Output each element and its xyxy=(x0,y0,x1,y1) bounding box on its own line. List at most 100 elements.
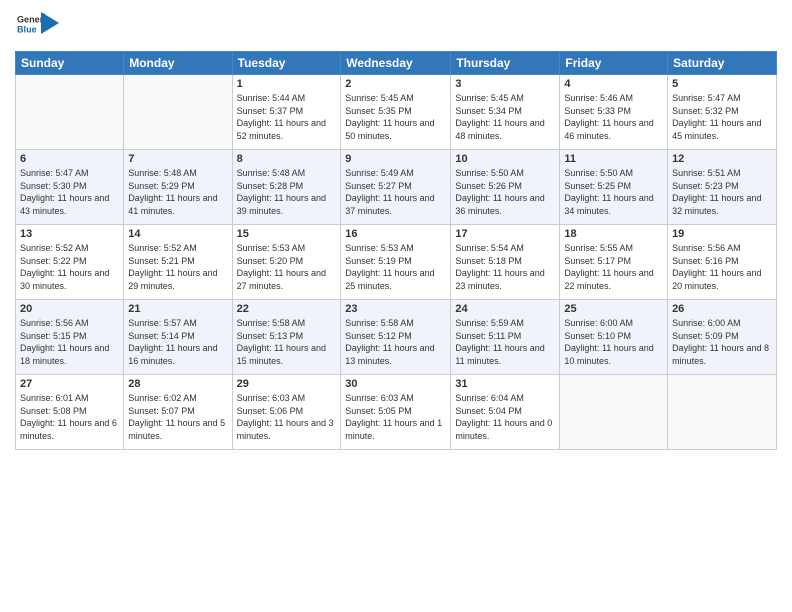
day-info-line: Sunrise: 5:48 AM xyxy=(237,167,337,180)
day-info-line: Daylight: 11 hours and 41 minutes. xyxy=(128,192,227,217)
page: General Blue SundayMondayTuesdayWednesda… xyxy=(0,0,792,612)
calendar-cell: 3Sunrise: 5:45 AMSunset: 5:34 PMDaylight… xyxy=(451,75,560,150)
weekday-header: Saturday xyxy=(668,52,777,75)
calendar-cell: 19Sunrise: 5:56 AMSunset: 5:16 PMDayligh… xyxy=(668,225,777,300)
day-info-line: Daylight: 11 hours and 29 minutes. xyxy=(128,267,227,292)
day-info-line: Sunset: 5:14 PM xyxy=(128,330,227,343)
calendar-cell: 21Sunrise: 5:57 AMSunset: 5:14 PMDayligh… xyxy=(124,300,232,375)
day-info-line: Daylight: 11 hours and 23 minutes. xyxy=(455,267,555,292)
day-info-line: Sunrise: 5:45 AM xyxy=(455,92,555,105)
day-info-line: Daylight: 11 hours and 43 minutes. xyxy=(20,192,119,217)
day-info-line: Sunset: 5:17 PM xyxy=(564,255,663,268)
day-number: 11 xyxy=(564,153,663,165)
day-info-line: Sunset: 5:30 PM xyxy=(20,180,119,193)
calendar-cell: 24Sunrise: 5:59 AMSunset: 5:11 PMDayligh… xyxy=(451,300,560,375)
calendar-cell xyxy=(16,75,124,150)
weekday-header: Friday xyxy=(560,52,668,75)
calendar-cell: 14Sunrise: 5:52 AMSunset: 5:21 PMDayligh… xyxy=(124,225,232,300)
calendar-header-row: SundayMondayTuesdayWednesdayThursdayFrid… xyxy=(16,52,777,75)
day-info-line: Sunset: 5:07 PM xyxy=(128,405,227,418)
day-number: 13 xyxy=(20,228,119,240)
calendar-cell: 1Sunrise: 5:44 AMSunset: 5:37 PMDaylight… xyxy=(232,75,341,150)
calendar-cell: 9Sunrise: 5:49 AMSunset: 5:27 PMDaylight… xyxy=(341,150,451,225)
day-info-line: Daylight: 11 hours and 15 minutes. xyxy=(237,342,337,367)
calendar-cell: 10Sunrise: 5:50 AMSunset: 5:26 PMDayligh… xyxy=(451,150,560,225)
day-info-line: Daylight: 11 hours and 48 minutes. xyxy=(455,117,555,142)
day-info-line: Daylight: 11 hours and 50 minutes. xyxy=(345,117,446,142)
calendar-week-row: 13Sunrise: 5:52 AMSunset: 5:22 PMDayligh… xyxy=(16,225,777,300)
day-info-line: Daylight: 11 hours and 52 minutes. xyxy=(237,117,337,142)
day-info-line: Daylight: 11 hours and 5 minutes. xyxy=(128,417,227,442)
calendar: SundayMondayTuesdayWednesdayThursdayFrid… xyxy=(15,51,777,450)
calendar-cell: 13 Sunrise: 5:52 AMSunset: 5:22 PMDayligh… xyxy=(16,225,124,300)
day-info-line: Daylight: 11 hours and 30 minutes. xyxy=(20,267,119,292)
day-info-line: Sunset: 5:27 PM xyxy=(345,180,446,193)
day-info-line: Sunset: 5:37 PM xyxy=(237,105,337,118)
day-info-line: Sunrise: 5:46 AM xyxy=(564,92,663,105)
day-info-line: Daylight: 11 hours and 45 minutes. xyxy=(672,117,772,142)
calendar-cell xyxy=(560,375,668,450)
day-number: 4 xyxy=(564,78,663,90)
day-number: 28 xyxy=(128,378,227,390)
calendar-cell: 25Sunrise: 6:00 AMSunset: 5:10 PMDayligh… xyxy=(560,300,668,375)
day-info-line: Sunrise: 5:52 AM xyxy=(20,242,119,255)
day-number: 6 xyxy=(20,153,119,165)
day-info-line: Daylight: 11 hours and 32 minutes. xyxy=(672,192,772,217)
day-number: 21 xyxy=(128,303,227,315)
day-info-line: Sunset: 5:09 PM xyxy=(672,330,772,343)
day-info-line: Sunrise: 5:54 AM xyxy=(455,242,555,255)
day-info-line: Sunset: 5:21 PM xyxy=(128,255,227,268)
day-info-line: Sunset: 5:08 PM xyxy=(20,405,119,418)
day-info-line: Sunrise: 5:50 AM xyxy=(564,167,663,180)
day-info-line: Sunrise: 6:01 AM xyxy=(20,392,119,405)
day-info-line: Sunrise: 5:58 AM xyxy=(345,317,446,330)
day-info-line: Sunrise: 5:53 AM xyxy=(345,242,446,255)
day-number: 25 xyxy=(564,303,663,315)
day-info-line: Sunrise: 5:56 AM xyxy=(672,242,772,255)
day-info-line: Sunset: 5:13 PM xyxy=(237,330,337,343)
day-info-line: Sunrise: 5:47 AM xyxy=(20,167,119,180)
weekday-header: Thursday xyxy=(451,52,560,75)
day-info-line: Sunrise: 5:58 AM xyxy=(237,317,337,330)
day-number: 10 xyxy=(455,153,555,165)
day-info-line: Sunrise: 5:59 AM xyxy=(455,317,555,330)
calendar-cell: 20Sunrise: 5:56 AMSunset: 5:15 PMDayligh… xyxy=(16,300,124,375)
logo-triangle-icon xyxy=(41,12,59,34)
day-info-line: Sunset: 5:35 PM xyxy=(345,105,446,118)
day-number: 26 xyxy=(672,303,772,315)
day-info-line: Daylight: 11 hours and 11 minutes. xyxy=(455,342,555,367)
day-number: 19 xyxy=(672,228,772,240)
day-info-line: Sunrise: 5:57 AM xyxy=(128,317,227,330)
day-number: 3 xyxy=(455,78,555,90)
weekday-header: Tuesday xyxy=(232,52,341,75)
day-info-line: Sunrise: 6:04 AM xyxy=(455,392,555,405)
day-info-line: Sunset: 5:18 PM xyxy=(455,255,555,268)
calendar-cell: 27Sunrise: 6:01 AMSunset: 5:08 PMDayligh… xyxy=(16,375,124,450)
day-info-line: Sunset: 5:10 PM xyxy=(564,330,663,343)
day-info-line: Sunset: 5:05 PM xyxy=(345,405,446,418)
day-info-line: Sunrise: 5:56 AM xyxy=(20,317,119,330)
day-info-line: Sunrise: 5:48 AM xyxy=(128,167,227,180)
calendar-cell: 11Sunrise: 5:50 AMSunset: 5:25 PMDayligh… xyxy=(560,150,668,225)
day-info-line: Sunset: 5:04 PM xyxy=(455,405,555,418)
day-info-line: Sunrise: 5:51 AM xyxy=(672,167,772,180)
day-info-line: Sunset: 5:11 PM xyxy=(455,330,555,343)
day-info-line: Sunset: 5:28 PM xyxy=(237,180,337,193)
day-info-line: Sunset: 5:22 PM xyxy=(20,255,119,268)
calendar-cell xyxy=(124,75,232,150)
svg-text:Blue: Blue xyxy=(17,24,37,34)
weekday-header: Wednesday xyxy=(341,52,451,75)
day-info-line: Daylight: 11 hours and 20 minutes. xyxy=(672,267,772,292)
day-info-line: Daylight: 11 hours and 37 minutes. xyxy=(345,192,446,217)
day-info-line: Daylight: 11 hours and 46 minutes. xyxy=(564,117,663,142)
day-info-line: Sunrise: 5:45 AM xyxy=(345,92,446,105)
calendar-cell: 30Sunrise: 6:03 AMSunset: 5:05 PMDayligh… xyxy=(341,375,451,450)
day-number: 12 xyxy=(672,153,772,165)
day-number: 29 xyxy=(237,378,337,390)
day-number: 18 xyxy=(564,228,663,240)
day-number: 7 xyxy=(128,153,227,165)
weekday-header: Monday xyxy=(124,52,232,75)
calendar-cell: 5Sunrise: 5:47 AMSunset: 5:32 PMDaylight… xyxy=(668,75,777,150)
day-info-line: Sunrise: 5:49 AM xyxy=(345,167,446,180)
day-info-line: Daylight: 11 hours and 25 minutes. xyxy=(345,267,446,292)
